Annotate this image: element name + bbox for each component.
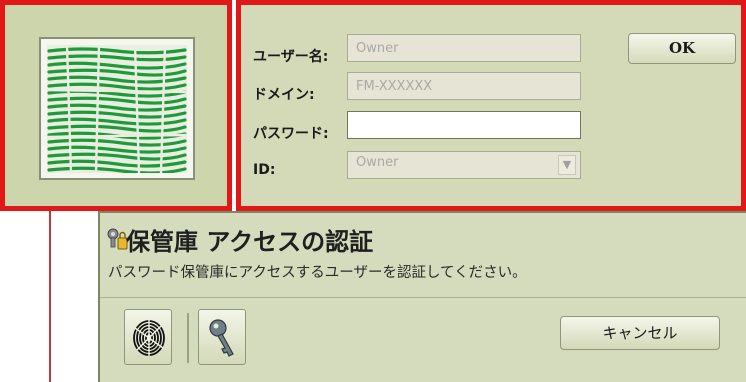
vault-key-icon [107,228,128,250]
password-auth-button[interactable] [198,309,246,365]
domain-label: ドメイン: [253,87,315,103]
fingerprint-scan-area [39,37,195,180]
id-label: ID: [253,162,276,178]
fingerprint-auth-button[interactable] [124,309,172,365]
login-panel: ユーザー名: ドメイン: パスワード: ID: Owner ▼ OK [236,0,746,211]
callout-connector-line [49,211,51,382]
cancel-button[interactable]: キャンセル [560,316,720,350]
id-select-value: Owner [356,155,399,170]
ok-button[interactable]: OK [628,33,736,64]
fingerprint-icon [133,320,165,356]
dialog-subtitle: パスワード保管庫にアクセスするユーザーを認証してください。 [108,265,527,281]
id-select[interactable]: Owner ▼ [347,151,581,179]
chevron-down-icon[interactable]: ▼ [558,155,576,175]
password-label: パスワード: [253,126,329,142]
dialog-title: 保管庫 アクセスの認証 [126,228,374,256]
username-label: ユーザー名: [253,49,329,65]
fingerprint-scan-icon [47,45,187,173]
button-separator [187,313,189,363]
key-icon [209,319,234,357]
vault-auth-dialog: 保管庫 アクセスの認証 パスワード保管庫にアクセスするユーザーを認証してください… [98,211,746,382]
password-field[interactable] [347,111,581,139]
fingerprint-panel [0,0,232,211]
dialog-divider [100,297,746,298]
domain-field[interactable] [347,72,581,100]
username-field[interactable] [347,34,581,62]
